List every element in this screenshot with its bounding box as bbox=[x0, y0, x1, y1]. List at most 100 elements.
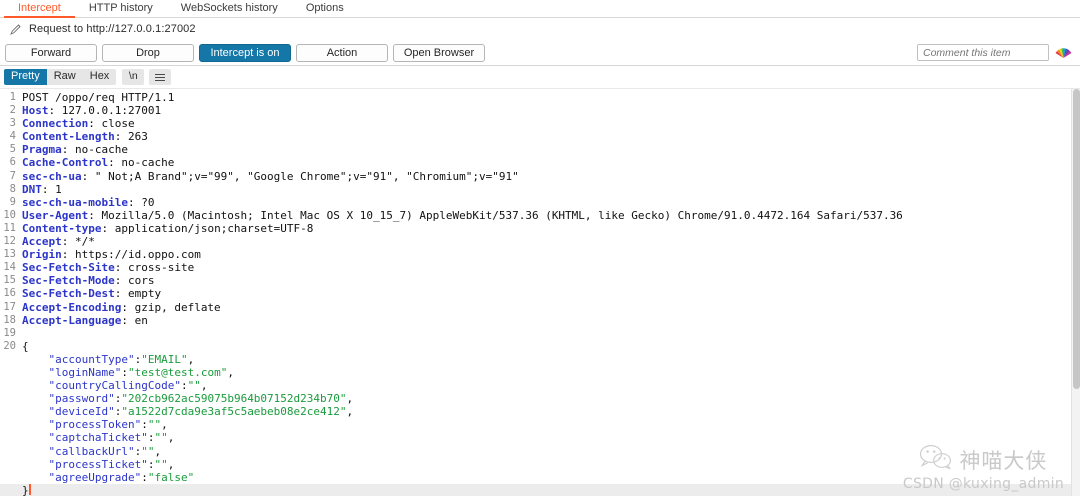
comment-area bbox=[917, 44, 1072, 61]
intercept-toggle-button[interactable]: Intercept is on bbox=[199, 43, 291, 62]
message-line: 9 sec-ch-ua-mobile: ?0 bbox=[0, 196, 1080, 209]
line-number: 17 bbox=[3, 300, 16, 313]
message-line: 17 Accept-Encoding: gzip, deflate bbox=[0, 301, 1080, 314]
message-line: 20 { bbox=[0, 340, 1080, 353]
message-line: 11 Content-type: application/json;charset… bbox=[0, 222, 1080, 235]
message-line: "captchaTicket":"", bbox=[0, 431, 1080, 444]
view-mode-raw[interactable]: Raw bbox=[46, 69, 83, 85]
line-number: 6 bbox=[9, 156, 16, 169]
line-content: Sec-Fetch-Site: cross-site bbox=[22, 261, 195, 275]
line-number: 12 bbox=[3, 235, 16, 248]
intercept-action-bar: Forward Drop Intercept is on Action Open… bbox=[0, 40, 1080, 66]
line-content: "agreeUpgrade":"false" bbox=[48, 470, 195, 484]
request-title-row: Request to http://127.0.0.1:27002 bbox=[0, 18, 1080, 40]
tab-websockets-history[interactable]: WebSockets history bbox=[167, 0, 292, 18]
line-number: 7 bbox=[9, 169, 16, 182]
line-content: Content-type: application/json;charset=U… bbox=[22, 221, 314, 235]
message-line: 15 Sec-Fetch-Mode: cors bbox=[0, 274, 1080, 287]
tab-http-history[interactable]: HTTP history bbox=[75, 0, 167, 18]
line-content: { bbox=[22, 339, 29, 353]
message-line: 12 Accept: */* bbox=[0, 235, 1080, 248]
line-content: Origin: https://id.oppo.com bbox=[22, 248, 201, 262]
message-viewer-toolbar: Pretty Raw Hex \n bbox=[0, 66, 1080, 88]
open-browser-button[interactable]: Open Browser bbox=[393, 43, 485, 62]
message-line: "accountType":"EMAIL", bbox=[0, 353, 1080, 366]
line-content: "countryCallingCode":"", bbox=[48, 379, 208, 393]
message-line: } bbox=[0, 483, 1080, 496]
tab-intercept[interactable]: Intercept bbox=[4, 0, 75, 18]
view-mode-segmented-control: Pretty Raw Hex bbox=[4, 69, 117, 85]
line-content: DNT: 1 bbox=[22, 182, 62, 196]
line-content: "deviceId":"a1522d7cda9e3af5c5aebeb08e2c… bbox=[48, 405, 354, 419]
line-content: "loginName":"test@test.com", bbox=[48, 365, 234, 379]
message-line: "deviceId":"a1522d7cda9e3af5c5aebeb08e2c… bbox=[0, 405, 1080, 418]
line-content: Accept-Language: en bbox=[22, 313, 148, 327]
message-line: 10 User-Agent: Mozilla/5.0 (Macintosh; In… bbox=[0, 209, 1080, 222]
line-number: 2 bbox=[9, 104, 16, 117]
action-button[interactable]: Action bbox=[296, 43, 388, 62]
message-line: 4 Content-Length: 263 bbox=[0, 130, 1080, 143]
hamburger-menu-icon[interactable] bbox=[149, 69, 172, 85]
drop-button[interactable]: Drop bbox=[102, 43, 194, 62]
comment-input[interactable] bbox=[917, 44, 1049, 61]
line-content: sec-ch-ua-mobile: ?0 bbox=[22, 195, 155, 209]
line-content: "processTicket":"", bbox=[48, 457, 175, 471]
line-content: Accept: */* bbox=[22, 235, 95, 249]
message-line: 6 Cache-Control: no-cache bbox=[0, 156, 1080, 169]
message-line: 8 DNT: 1 bbox=[0, 183, 1080, 196]
editor-vertical-scrollbar[interactable] bbox=[1071, 89, 1080, 496]
line-content: "processToken":"", bbox=[48, 418, 168, 432]
request-message-lines: 1 POST /oppo/req HTTP/1.1 2 Host: 127.0.0.1… bbox=[0, 89, 1080, 496]
line-number: 20 bbox=[3, 339, 16, 352]
text-cursor bbox=[28, 483, 31, 495]
line-content: } bbox=[22, 483, 31, 496]
pencil-icon bbox=[9, 23, 22, 36]
request-message-editor[interactable]: 1 POST /oppo/req HTTP/1.1 2 Host: 127.0.0.1… bbox=[0, 88, 1080, 496]
line-number: 1 bbox=[9, 91, 16, 103]
request-target-label: Request to http://127.0.0.1:27002 bbox=[29, 23, 196, 35]
line-content: Host: 127.0.0.1:27001 bbox=[22, 104, 162, 118]
line-number: 8 bbox=[9, 182, 16, 195]
color-fan-icon[interactable] bbox=[1055, 45, 1072, 60]
message-line: 5 Pragma: no-cache bbox=[0, 143, 1080, 156]
line-number: 19 bbox=[3, 326, 16, 339]
line-content: Accept-Encoding: gzip, deflate bbox=[22, 300, 221, 314]
message-line: 1 POST /oppo/req HTTP/1.1 bbox=[0, 91, 1080, 104]
message-line: 19 bbox=[0, 327, 1080, 340]
view-mode-pretty[interactable]: Pretty bbox=[4, 69, 47, 85]
forward-button[interactable]: Forward bbox=[5, 43, 97, 62]
line-number: 11 bbox=[3, 221, 16, 234]
line-content: POST /oppo/req HTTP/1.1 bbox=[22, 91, 175, 104]
view-mode-hex[interactable]: Hex bbox=[82, 69, 117, 85]
main-tab-bar: Intercept HTTP history WebSockets histor… bbox=[0, 0, 1080, 18]
line-content: Pragma: no-cache bbox=[22, 143, 128, 157]
line-content: "callbackUrl":"", bbox=[48, 444, 162, 458]
line-number: 3 bbox=[9, 117, 16, 130]
line-content: Sec-Fetch-Mode: cors bbox=[22, 274, 155, 288]
message-line: "processTicket":"", bbox=[0, 458, 1080, 471]
line-content: Content-Length: 263 bbox=[22, 130, 148, 144]
message-line: 16 Sec-Fetch-Dest: empty bbox=[0, 287, 1080, 300]
message-line: "password":"202cb962ac59075b964b07152d23… bbox=[0, 392, 1080, 405]
line-content: "accountType":"EMAIL", bbox=[48, 352, 195, 366]
line-content: sec-ch-ua: " Not;A Brand";v="99", "Googl… bbox=[22, 169, 519, 183]
line-content: "captchaTicket":"", bbox=[48, 431, 175, 445]
editor-scrollbar-thumb[interactable] bbox=[1073, 89, 1080, 389]
line-number: 9 bbox=[9, 195, 16, 208]
newline-toggle-button[interactable]: \n bbox=[122, 69, 145, 85]
message-line: "loginName":"test@test.com", bbox=[0, 366, 1080, 379]
line-number: 5 bbox=[9, 143, 16, 156]
message-line: "countryCallingCode":"", bbox=[0, 379, 1080, 392]
line-number: 4 bbox=[9, 130, 16, 143]
tab-options[interactable]: Options bbox=[292, 0, 358, 18]
message-line: 3 Connection: close bbox=[0, 117, 1080, 130]
message-line: "processToken":"", bbox=[0, 418, 1080, 431]
message-line: 7 sec-ch-ua: " Not;A Brand";v="99", "Goog… bbox=[0, 170, 1080, 183]
line-content: User-Agent: Mozilla/5.0 (Macintosh; Inte… bbox=[22, 208, 903, 222]
message-line: "agreeUpgrade":"false" bbox=[0, 471, 1080, 484]
line-content: Cache-Control: no-cache bbox=[22, 156, 175, 170]
line-content: Sec-Fetch-Dest: empty bbox=[22, 287, 162, 301]
line-number: 13 bbox=[3, 248, 16, 261]
line-number: 15 bbox=[3, 274, 16, 287]
line-content: "password":"202cb962ac59075b964b07152d23… bbox=[48, 392, 354, 406]
